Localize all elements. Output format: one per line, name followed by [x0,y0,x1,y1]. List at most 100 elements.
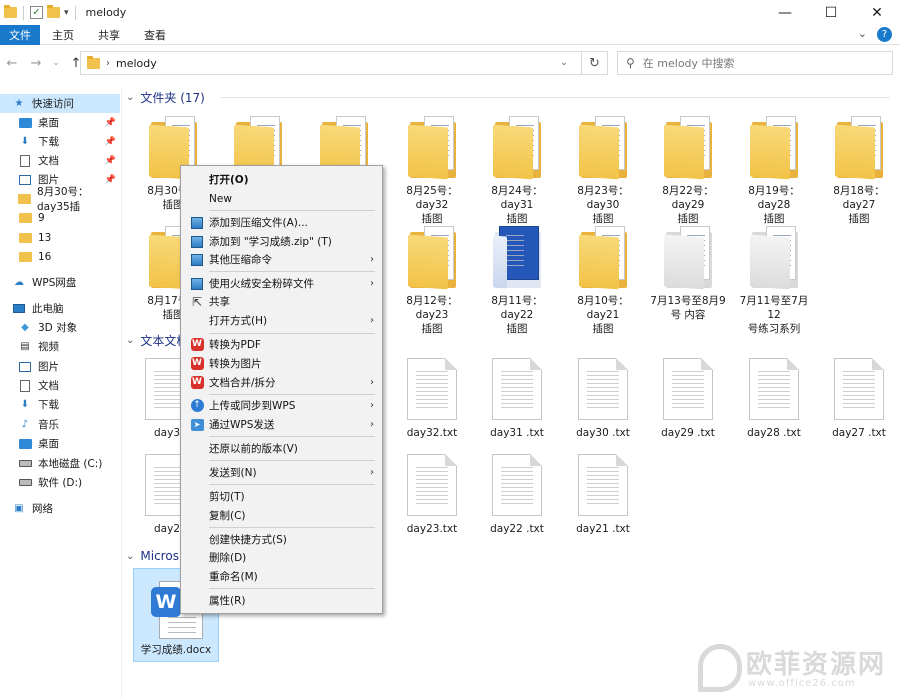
file-label: day27 .txt [832,427,886,439]
menu-item-to-image[interactable]: W 转换为图片 [181,354,382,373]
menu-item-open-with[interactable]: 打开方式(H) › [181,311,382,330]
minimize-button[interactable]: — [762,0,808,25]
menu-item-rename[interactable]: 重命名(M) [181,567,382,586]
close-button[interactable]: ✕ [854,0,900,25]
address-bar[interactable]: › melody ⌄ ↻ [80,51,608,75]
sidebar-item-folder-13[interactable]: 13 [0,228,120,247]
menu-item-share[interactable]: ⇱ 共享 [181,292,382,311]
menu-item-other-compress[interactable]: 其他压缩命令 › [181,250,382,269]
sidebar-item-downloads-pc[interactable]: ⬇ 下载 [0,395,120,414]
menu-item-shred[interactable]: 使用火绒安全粉碎文件 › [181,274,382,293]
refresh-icon[interactable]: ↻ [581,52,607,74]
desktop-icon [18,438,32,449]
folder-tile[interactable]: 7月11号至7月12 号练习系列 [734,226,814,336]
sidebar-item-3d-objects[interactable]: ◆ 3D 对象 [0,318,120,337]
chevron-right-icon[interactable]: › [106,58,110,69]
menu-item-cut[interactable]: 剪切(T) [181,487,382,506]
music-icon: ♪ [21,419,29,430]
text-file-icon [749,358,799,420]
menu-item-add-archive[interactable]: 添加到压缩文件(A)... [181,213,382,232]
send-icon: ➤ [190,418,204,431]
sidebar-item-label: 文档 [38,380,59,392]
menu-item-restore[interactable]: 还原以前的版本(V) [181,439,382,458]
folder-tile[interactable]: 7月13号至8月9 号 内容 [648,226,728,322]
folder-tile[interactable]: 8月23号：day30 插图 [563,116,643,226]
sidebar-item-documents[interactable]: 文档 📌 [0,151,120,170]
text-file-icon [492,358,542,420]
customize-toolbar-icon[interactable]: ▾ [64,8,69,18]
chevron-down-icon[interactable]: ⌄ [555,52,573,74]
txt-file-tile[interactable]: day31 .txt [477,358,557,440]
folder-tile[interactable]: 8月12号：day23 插图 [392,226,472,336]
tab-view[interactable]: 查看 [132,25,178,45]
sidebar-item-drive-c[interactable]: 本地磁盘 (C:) [0,454,120,473]
txt-file-tile[interactable]: day21 .txt [563,454,643,536]
tab-home[interactable]: 主页 [40,25,86,45]
sidebar-item-folder-9[interactable]: 9 [0,208,120,227]
search-input[interactable]: ⚲ 在 melody 中搜索 [617,51,893,75]
sidebar-item-documents-pc[interactable]: 文档 [0,376,120,395]
txt-file-tile[interactable]: day27 .txt [819,358,899,440]
folder-tile[interactable]: 8月22号：day29 插图 [648,116,728,226]
recent-locations-icon[interactable]: ⌄ [47,58,65,68]
txt-file-tile[interactable]: day23.txt [392,454,472,536]
folder-tile[interactable]: 8月11号：day22 插图 [477,226,557,336]
help-icon[interactable]: ? [877,27,892,42]
sidebar-item-folder-16[interactable]: 16 [0,247,120,266]
folder-icon [491,226,543,289]
menu-item-shortcut[interactable]: 创建快捷方式(S) [181,530,382,549]
menu-item-merge-split[interactable]: W 文档合并/拆分 › [181,373,382,392]
folder-tile[interactable]: 8月24号：day31 插图 [477,116,557,226]
txt-file-tile[interactable]: day32.txt [392,358,472,440]
folder-tile[interactable]: 8月25号：day32 插图 [392,116,472,226]
sidebar-item-music[interactable]: ♪ 音乐 [0,415,120,434]
menu-item-properties[interactable]: 属性(R) [181,591,382,610]
tab-file[interactable]: 文件 [0,24,40,45]
breadcrumb[interactable]: melody [116,57,157,70]
sidebar-item-folder-day35[interactable]: 8月30号：day35插 [0,186,120,213]
menu-item-to-pdf[interactable]: W 转换为PDF [181,335,382,354]
chevron-down-icon[interactable]: ⌄ [126,92,134,103]
sidebar-item-downloads[interactable]: ⬇ 下载 📌 [0,132,120,151]
drive-icon [18,479,32,486]
sidebar-item-desktop[interactable]: 桌面 📌 [0,113,120,132]
chevron-down-icon[interactable]: ⌄ [126,551,134,562]
sidebar-item-drive-d[interactable]: 软件 (D:) [0,473,120,492]
sidebar-item-wps-cloud[interactable]: ☁ WPS网盘 [0,273,120,292]
forward-icon[interactable]: → [27,56,45,71]
tab-share[interactable]: 共享 [86,25,132,45]
expand-ribbon-icon[interactable]: ⌄ [858,27,867,42]
sidebar-item-videos[interactable]: ▤ 视频 [0,337,120,356]
sidebar-item-network[interactable]: ▣ 网络 [0,499,120,518]
sidebar-item-pictures-pc[interactable]: 图片 [0,357,120,376]
menu-item-open[interactable]: 打开(O) [181,170,382,189]
txt-file-tile[interactable]: day22 .txt [477,454,557,536]
menu-item-upload-wps[interactable]: ↑ 上传或同步到WPS › [181,396,382,415]
folder-tile[interactable]: 8月10号：day21 插图 [563,226,643,336]
chevron-right-icon: › [370,315,374,326]
menu-item-delete[interactable]: 删除(D) [181,548,382,567]
sidebar-item-quick-access[interactable]: ★ 快速访问 [0,94,120,113]
sidebar-item-desktop-pc[interactable]: 桌面 [0,434,120,453]
sidebar-item-label: 下载 [38,399,59,411]
txt-file-tile[interactable]: day29 .txt [648,358,728,440]
new-folder-icon[interactable] [47,5,60,18]
chevron-down-icon[interactable]: ⌄ [126,335,134,346]
menu-item-send-wps[interactable]: ➤ 通过WPS发送 › [181,415,382,434]
menu-item-send-to[interactable]: 发送到(N) › [181,463,382,482]
back-icon[interactable]: ← [3,56,21,71]
txt-file-tile[interactable]: day28 .txt [734,358,814,440]
group-header-microsoft[interactable]: ⌄ Micros [126,547,179,565]
properties-icon[interactable]: ✓ [30,6,43,19]
group-header-folders[interactable]: ⌄ 文件夹 (17) [126,88,205,106]
folder-tile[interactable]: 8月18号：day27 插图 [819,116,899,226]
menu-separator [209,484,375,485]
maximize-button[interactable]: ☐ [808,0,854,25]
txt-file-tile[interactable]: day30 .txt [563,358,643,440]
menu-item-add-zip[interactable]: 添加到 "学习成绩.zip" (T) [181,232,382,251]
menu-item-new[interactable]: New [181,189,382,208]
folder-tile[interactable]: 8月19号：day28 插图 [734,116,814,226]
menu-item-copy[interactable]: 复制(C) [181,506,382,525]
sidebar-item-this-pc[interactable]: 此电脑 [0,299,120,318]
watermark: 欧菲资源网 www.office26.com [690,640,900,698]
